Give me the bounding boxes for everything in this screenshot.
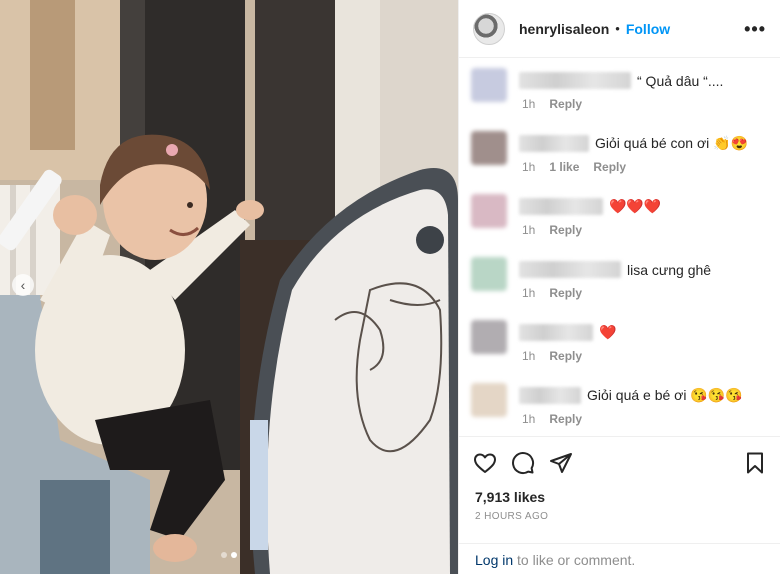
comment-time: 1h	[522, 223, 536, 237]
comment-likes[interactable]: 1 like	[549, 160, 579, 174]
commenter-avatar[interactable]	[471, 383, 507, 417]
login-prompt: Log in to like or comment.	[459, 543, 780, 574]
comment-icon[interactable]	[511, 451, 535, 475]
comment-line: ❤️	[519, 324, 616, 341]
post-actions: 7,913 likes 2 HOURS AGO Log in to like o…	[459, 436, 780, 574]
bookmark-icon[interactable]	[743, 451, 767, 475]
comment-line: “ Quả dâu “....	[519, 72, 723, 89]
post-side-panel: henrylisaleon • Follow ••• “ Quả dâu “..…	[458, 0, 780, 574]
comment-time: 1h	[522, 97, 536, 111]
comment-text: Giỏi quá bé con ơi 👏😍	[595, 135, 749, 151]
comment-time: 1h	[522, 286, 536, 300]
comment-time: 1h	[522, 412, 536, 426]
reply-button[interactable]: Reply	[549, 349, 582, 363]
profile-avatar[interactable]	[473, 12, 505, 45]
commenter-name-blurred[interactable]	[519, 198, 603, 215]
reply-button[interactable]: Reply	[549, 223, 582, 237]
comment-line: lisa cưng ghê	[519, 261, 711, 278]
commenter-name-blurred[interactable]	[519, 72, 631, 89]
carousel-dot-active	[231, 552, 237, 558]
comment-text: lisa cưng ghê	[627, 261, 712, 278]
post-timestamp: 2 HOURS AGO	[475, 511, 549, 522]
reply-button[interactable]: Reply	[549, 97, 582, 111]
header-separator: •	[615, 21, 620, 36]
commenter-avatar[interactable]	[471, 320, 507, 354]
post-image	[0, 0, 458, 574]
commenter-name-blurred[interactable]	[519, 387, 581, 404]
comment-text: ❤️	[599, 324, 617, 340]
comment-item: ❤️ 1h Reply	[459, 316, 780, 379]
comment-text: ❤️❤️❤️	[609, 198, 662, 214]
comment-item: Giỏi quá e bé ơi 😘😘😘 1h Reply	[459, 379, 780, 436]
commenter-avatar[interactable]	[471, 257, 507, 291]
comment-meta: 1h Reply	[522, 286, 582, 300]
username-link[interactable]: henrylisaleon	[519, 21, 609, 37]
more-options-icon[interactable]: •••	[744, 20, 766, 38]
comment-text: Giỏi quá e bé ơi 😘😘😘	[587, 387, 743, 403]
comment-line: Giỏi quá bé con ơi 👏😍	[519, 135, 748, 152]
comment-time: 1h	[522, 160, 536, 174]
post-photo[interactable]: ‹	[0, 0, 458, 574]
comment-text: “ Quả dâu “....	[637, 72, 724, 89]
heart-icon[interactable]	[473, 451, 497, 475]
share-icon[interactable]	[549, 451, 573, 475]
comment-meta: 1h Reply	[522, 349, 582, 363]
comment-line: ❤️❤️❤️	[519, 198, 661, 215]
comment-meta: 1h Reply	[522, 412, 582, 426]
commenter-avatar[interactable]	[471, 194, 507, 228]
comment-item: lisa cưng ghê 1h Reply	[459, 253, 780, 316]
action-icons	[459, 437, 780, 475]
login-prompt-text: to like or comment.	[513, 552, 636, 568]
comment-meta: 1h Reply	[522, 97, 582, 111]
comment-item: “ Quả dâu “.... 1h Reply	[459, 64, 780, 127]
carousel-dot	[221, 552, 227, 558]
comment-meta: 1h Reply	[522, 223, 582, 237]
comment-time: 1h	[522, 349, 536, 363]
login-link[interactable]: Log in	[475, 552, 513, 568]
comments-list[interactable]: “ Quả dâu “.... 1h Reply Giỏi quá bé con ơi…	[459, 58, 780, 436]
follow-button[interactable]: Follow	[626, 21, 670, 37]
reply-button[interactable]: Reply	[549, 412, 582, 426]
comment-meta: 1h 1 like Reply	[522, 160, 626, 174]
comment-item: ❤️❤️❤️ 1h Reply	[459, 190, 780, 253]
commenter-name-blurred[interactable]	[519, 135, 589, 152]
post-header: henrylisaleon • Follow •••	[459, 0, 780, 58]
comment-line: Giỏi quá e bé ơi 😘😘😘	[519, 387, 743, 404]
likes-count[interactable]: 7,913 likes	[475, 489, 780, 505]
reply-button[interactable]: Reply	[549, 286, 582, 300]
commenter-avatar[interactable]	[471, 68, 507, 102]
carousel-prev-button[interactable]: ‹	[12, 274, 34, 296]
carousel-dots	[0, 552, 458, 558]
commenter-avatar[interactable]	[471, 131, 507, 165]
commenter-name-blurred[interactable]	[519, 261, 621, 278]
reply-button[interactable]: Reply	[593, 160, 626, 174]
commenter-name-blurred[interactable]	[519, 324, 593, 341]
comment-item: Giỏi quá bé con ơi 👏😍 1h 1 like Reply	[459, 127, 780, 190]
